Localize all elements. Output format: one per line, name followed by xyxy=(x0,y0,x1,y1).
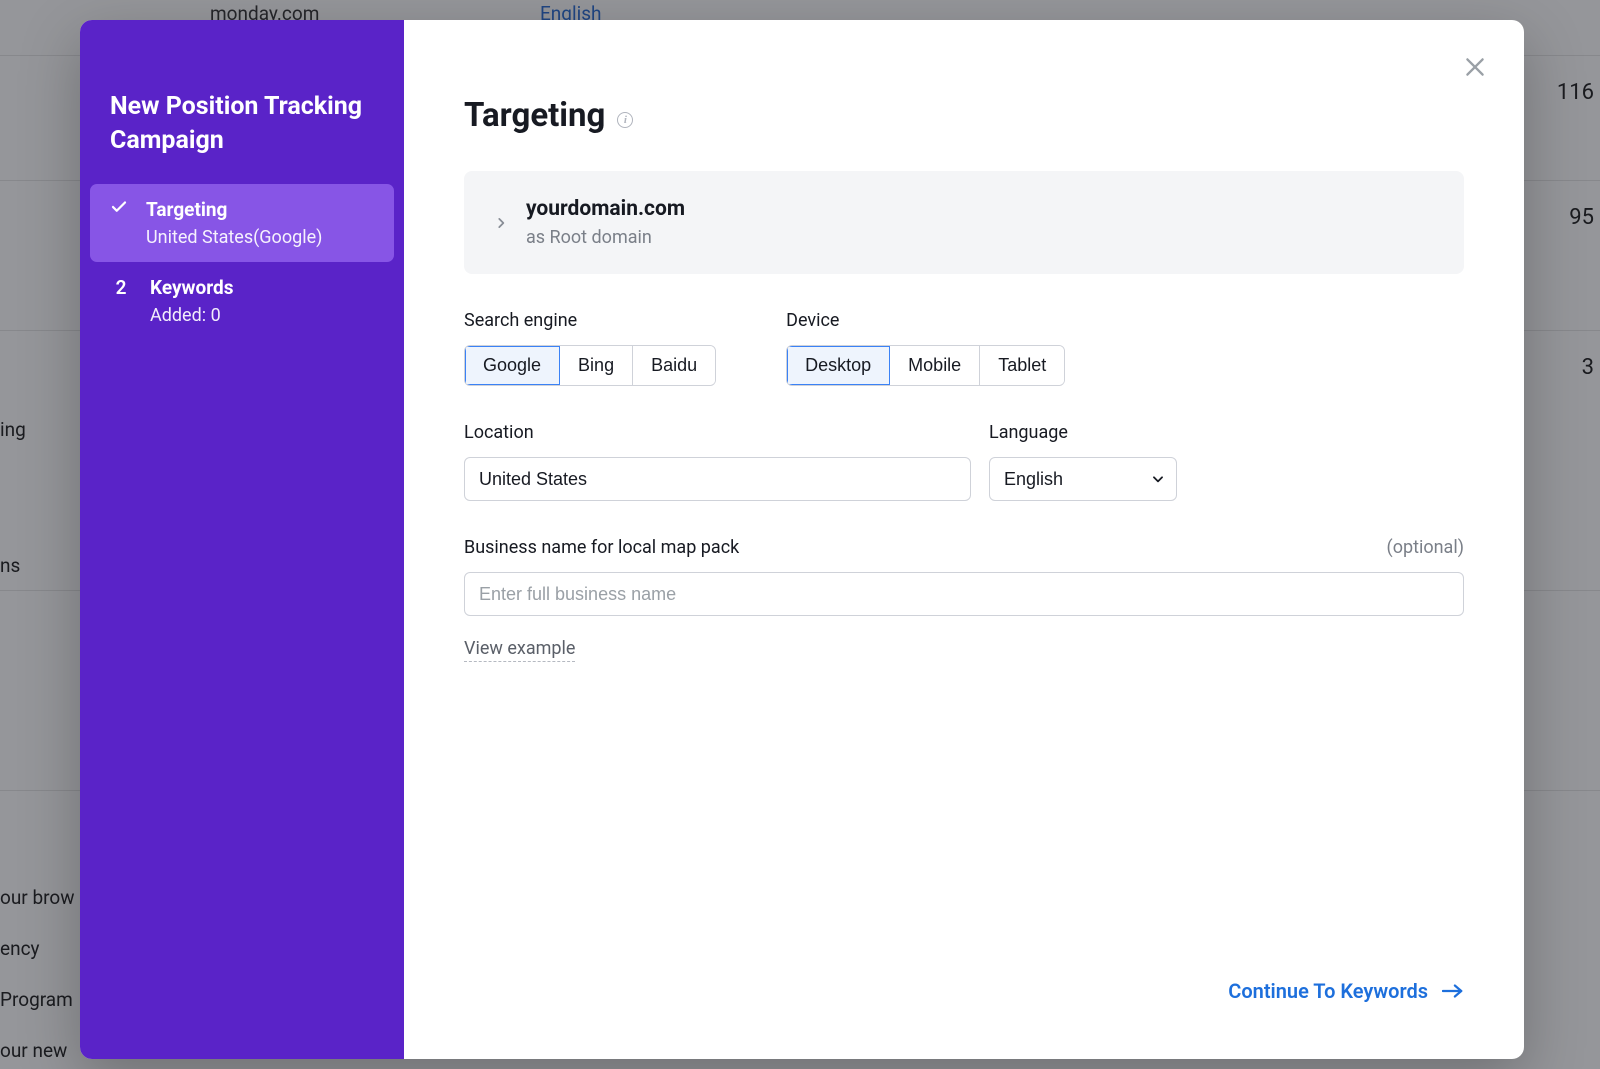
continue-button[interactable]: Continue To Keywords xyxy=(1228,979,1464,1003)
wizard-title-line2: Campaign xyxy=(110,126,224,155)
search-engine-segmented: Google Bing Baidu xyxy=(464,345,716,386)
view-example-link[interactable]: View example xyxy=(464,638,575,662)
location-group: Location xyxy=(464,422,971,501)
field-label: Location xyxy=(464,422,971,443)
seg-desktop[interactable]: Desktop xyxy=(787,346,890,385)
location-input[interactable] xyxy=(464,457,971,501)
content-heading: Targeting i xyxy=(464,96,1464,135)
step-label: Keywords xyxy=(150,276,374,299)
seg-tablet[interactable]: Tablet xyxy=(980,346,1064,385)
search-engine-group: Search engine Google Bing Baidu xyxy=(464,310,716,386)
heading-text: Targeting xyxy=(464,96,605,135)
step-sublabel: United States(Google) xyxy=(146,227,374,248)
business-name-group: Business name for local map pack (option… xyxy=(464,537,1464,662)
step-sublabel: Added: 0 xyxy=(150,305,374,326)
language-select[interactable] xyxy=(989,457,1177,501)
chevron-right-icon xyxy=(494,216,508,230)
step-number: 2 xyxy=(110,276,132,299)
domain-name: yourdomain.com xyxy=(526,197,685,221)
field-label: Language xyxy=(989,422,1177,443)
step-keywords[interactable]: 2 Keywords Added: 0 xyxy=(90,262,394,340)
check-icon xyxy=(110,198,128,216)
seg-baidu[interactable]: Baidu xyxy=(633,346,715,385)
step-label: Targeting xyxy=(146,198,374,221)
device-segmented: Desktop Mobile Tablet xyxy=(786,345,1065,386)
seg-bing[interactable]: Bing xyxy=(560,346,633,385)
continue-label: Continue To Keywords xyxy=(1228,979,1428,1003)
business-name-input[interactable] xyxy=(464,572,1464,616)
wizard-content: Targeting i yourdomain.com as Root domai… xyxy=(404,20,1524,1059)
field-label: Device xyxy=(786,310,1065,331)
wizard-sidebar: New Position Tracking Campaign Targeting… xyxy=(80,20,404,1059)
domain-subtitle: as Root domain xyxy=(526,227,685,248)
domain-card[interactable]: yourdomain.com as Root domain xyxy=(464,171,1464,274)
close-button[interactable] xyxy=(1462,54,1488,80)
language-group: Language xyxy=(989,422,1177,501)
step-targeting[interactable]: Targeting United States(Google) xyxy=(90,184,394,262)
wizard-title: New Position Tracking Campaign xyxy=(90,90,394,184)
field-label: Business name for local map pack xyxy=(464,537,739,558)
seg-google[interactable]: Google xyxy=(465,346,560,385)
wizard-title-line1: New Position Tracking xyxy=(110,92,362,121)
optional-label: (optional) xyxy=(1387,537,1464,558)
device-group: Device Desktop Mobile Tablet xyxy=(786,310,1065,386)
arrow-right-icon xyxy=(1442,983,1464,999)
field-label: Search engine xyxy=(464,310,716,331)
info-icon[interactable]: i xyxy=(617,112,633,128)
seg-mobile[interactable]: Mobile xyxy=(890,346,980,385)
new-campaign-modal: New Position Tracking Campaign Targeting… xyxy=(80,20,1524,1059)
